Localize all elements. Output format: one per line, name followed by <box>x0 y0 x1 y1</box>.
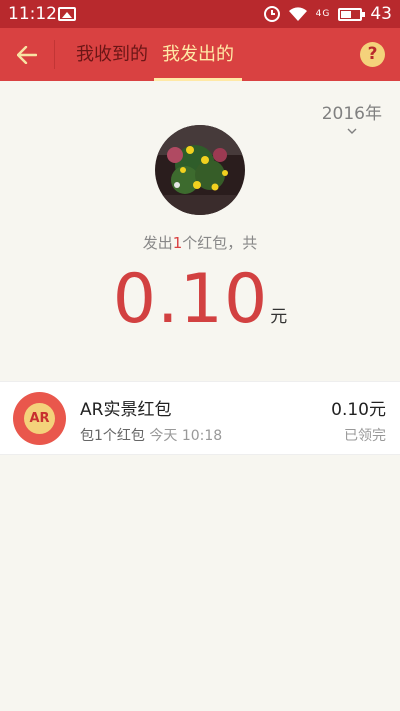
header-divider <box>54 40 55 69</box>
status-bar: 11:12 4G 43 <box>0 0 400 28</box>
battery-icon <box>338 7 366 21</box>
record-subtitle: 包1个红包 今天 10:18 <box>80 425 222 445</box>
record-sub-prefix: 包 <box>80 428 94 444</box>
tab-sent[interactable]: 我发出的 <box>154 28 242 81</box>
status-icons: 4G 43 <box>263 4 392 24</box>
status-time: 11:12 <box>8 4 57 24</box>
summary-suffix: 个红包，共 <box>182 234 258 252</box>
arrow-left-icon <box>17 46 37 64</box>
list-item[interactable]: AR AR实景红包 包1个红包 今天 10:18 0.10元 已领完 <box>0 381 400 455</box>
avatar-flower-image <box>155 125 245 215</box>
wifi-icon <box>288 7 307 21</box>
tab-sent-label: 我发出的 <box>162 44 234 65</box>
record-title: AR实景红包 <box>80 400 172 420</box>
alarm-icon <box>263 6 280 22</box>
record-sub-count: 1个红包 <box>94 428 145 444</box>
total-amount-block: 0.10 元 <box>0 260 400 339</box>
summary-prefix: 发出 <box>142 234 173 252</box>
battery-level: 43 <box>370 4 392 24</box>
record-status: 已领完 <box>344 428 386 444</box>
total-unit: 元 <box>270 307 288 327</box>
sent-summary: 发出1个红包，共 <box>0 232 400 253</box>
tab-received[interactable]: 我收到的 <box>76 28 148 81</box>
ar-red-packet-icon: AR <box>13 392 66 445</box>
ar-icon-label: AR <box>24 403 55 434</box>
record-time: 今天 10:18 <box>149 428 223 444</box>
signal-icon: 4G <box>315 8 331 19</box>
app-header: 我收到的 我发出的 ? <box>0 28 400 81</box>
record-amount: 0.10元 <box>331 400 386 420</box>
avatar <box>155 125 245 215</box>
chevron-down-icon <box>347 128 357 134</box>
total-amount: 0.10 <box>112 260 269 339</box>
signal-label: 4G <box>315 8 331 19</box>
year-label: 2016年 <box>321 104 382 124</box>
back-button[interactable] <box>10 38 44 72</box>
help-button[interactable]: ? <box>360 42 385 67</box>
year-selector[interactable]: 2016年 <box>322 99 382 136</box>
active-tab-indicator <box>154 78 242 81</box>
summary-count: 1 <box>172 234 183 252</box>
image-notification-icon <box>58 7 76 21</box>
